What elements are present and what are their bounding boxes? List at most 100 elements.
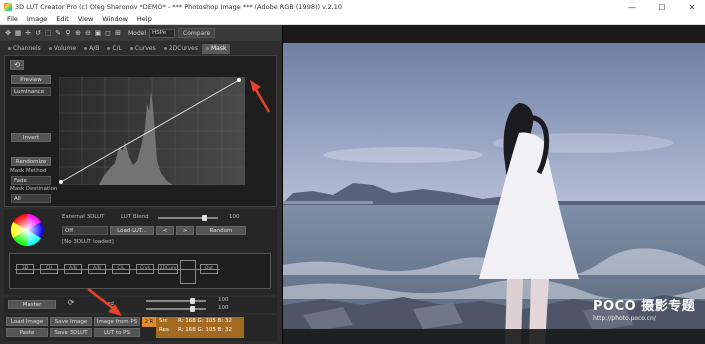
master-button[interactable]: Master	[8, 300, 56, 309]
compare-button[interactable]: Compare	[178, 28, 216, 38]
lut-blend-slider[interactable]	[158, 215, 218, 221]
tab-curves[interactable]: Curves	[126, 44, 160, 54]
menu-help[interactable]: Help	[137, 15, 152, 23]
top-slider[interactable]	[146, 298, 206, 304]
pipeline-node-mask[interactable]	[180, 260, 196, 284]
eyedropper-icon[interactable]: ✎	[54, 29, 62, 37]
mask-editor: ⟲ Preview Luminance Invert Randomize Mas…	[4, 55, 277, 207]
watermark-brand: POCO 摄影专题	[593, 299, 696, 314]
tab-channels[interactable]: Channels	[4, 44, 45, 54]
watermark-url: http://photo.poco.cn/	[593, 315, 656, 322]
pipeline-node-ab2[interactable]: A/B	[88, 264, 106, 274]
mask-method-label: Mask Method	[10, 168, 47, 174]
pipeline-node-cl[interactable]: C/L	[112, 264, 130, 274]
external-lut-select[interactable]: Off	[62, 226, 108, 235]
color-swatch: 2 R	[142, 317, 156, 327]
tab-2dcurves[interactable]: 2DCurves	[160, 44, 202, 54]
mask-curve-graph[interactable]	[59, 77, 245, 185]
refresh-icon[interactable]: ⟳	[64, 298, 78, 310]
menu-image[interactable]: Image	[27, 15, 47, 23]
readout-box: Src Res R: 168 G: 105 B: 32 R: 168 G: 10…	[156, 317, 244, 338]
menu-edit[interactable]: Edit	[56, 15, 69, 23]
full-screen-icon[interactable]: ⊞	[114, 29, 122, 37]
menu-view[interactable]: View	[78, 15, 93, 23]
tab-bar: Channels Volume A/B C/L Curves 2DCurves …	[4, 44, 279, 54]
menu-bar: File Image Edit View Window Help	[0, 14, 705, 25]
curve-point-end[interactable]	[237, 78, 241, 82]
channel-select[interactable]: Luminance	[11, 87, 51, 96]
menu-window[interactable]: Window	[102, 15, 128, 23]
tab-mask[interactable]: Mask	[202, 44, 231, 54]
bottom-slider-handle[interactable]	[190, 306, 195, 312]
lut-section: External 3DLUT LUT Blend 100 Off Load LU…	[4, 209, 277, 295]
paste-button[interactable]: Paste	[6, 328, 48, 337]
grid-tool-icon[interactable]: ▦	[14, 29, 22, 37]
zoom-in-icon[interactable]: ⊕	[74, 29, 82, 37]
crosshair-tool-icon[interactable]: ✛	[24, 29, 32, 37]
res-values: R: 168 G: 105 B: 32	[178, 327, 232, 333]
watermark: POCO 摄影专题 http://photo.poco.cn/	[593, 295, 695, 322]
app-icon	[4, 3, 12, 11]
random-lut-button[interactable]: Random	[196, 226, 246, 235]
zoom-out-icon[interactable]: ⊖	[84, 29, 92, 37]
mask-destination-select[interactable]: All	[11, 194, 51, 203]
lut-blend-handle[interactable]	[202, 215, 207, 221]
lut-blend-value: 100	[229, 214, 240, 220]
invert-button[interactable]: Invert	[11, 133, 51, 142]
picker-icon[interactable]: ⚲	[64, 29, 72, 37]
pipeline-node-3d[interactable]: 3D	[16, 264, 34, 274]
red-arrow-annotation-bottom	[87, 288, 122, 316]
lut-blend-label: LUT Blend	[121, 214, 149, 220]
box-select-icon[interactable]: ⬚	[44, 29, 52, 37]
pipeline-node-ab1[interactable]: A/B	[64, 264, 82, 274]
lut-status: [No 3DLUT loaded]	[62, 239, 114, 245]
maximize-button[interactable]: ☐	[652, 0, 672, 14]
src-label: Src	[159, 318, 168, 324]
pipeline-node-2dcurves[interactable]: 2DCurv	[158, 264, 178, 274]
color-wheel[interactable]	[10, 213, 44, 247]
menu-file[interactable]: File	[7, 15, 18, 23]
lut-to-ps-button[interactable]: LUT to PS	[94, 328, 140, 337]
actual-size-icon[interactable]: ◻	[104, 29, 112, 37]
pipeline-node-curves[interactable]: Crvs	[136, 264, 154, 274]
model-label: Model	[128, 29, 147, 37]
move-tool-icon[interactable]: ✥	[4, 29, 12, 37]
res-label: Res	[159, 327, 169, 333]
image-viewer[interactable]: POCO 摄影专题 http://photo.poco.cn/	[282, 25, 705, 344]
load-lut-button[interactable]: Load LUT...	[110, 226, 154, 235]
curve-point-start[interactable]	[59, 180, 63, 184]
prev-lut-button[interactable]: <	[156, 226, 174, 235]
mask-method-select[interactable]: Fade	[11, 176, 51, 185]
next-lut-button[interactable]: >	[176, 226, 194, 235]
top-slider-handle[interactable]	[190, 298, 195, 304]
left-panel: Channels Volume A/B C/L Curves 2DCurves …	[0, 41, 282, 344]
close-button[interactable]: ✕	[682, 0, 702, 14]
rotate-icon[interactable]: ↺	[34, 29, 42, 37]
preview-button[interactable]: Preview	[11, 75, 51, 84]
reset-icon[interactable]: ⟲	[10, 60, 24, 70]
load-image-button[interactable]: Load Image	[6, 317, 48, 326]
tab-ab[interactable]: A/B	[80, 44, 103, 54]
bottom-slider-value: 100	[218, 305, 229, 311]
window-title: 3D LUT Creator Pro (c) Oleg Sharonov *DE…	[15, 3, 342, 11]
model-select[interactable]: HSPe	[149, 28, 176, 38]
fit-icon[interactable]: ▣	[94, 29, 102, 37]
bottom-slider[interactable]	[146, 306, 206, 312]
master-slider-row: Master ⟳ ed 100 100	[4, 297, 277, 313]
pipeline-node-out[interactable]: Out	[200, 264, 218, 274]
top-slider-value: 100	[218, 297, 229, 303]
toolbar: ✥ ▦ ✛ ↺ ⬚ ✎ ⚲ ⊕ ⊖ ▣ ◻ ⊞ Model HSPe Compa…	[0, 25, 282, 41]
tab-volume[interactable]: Volume	[45, 44, 80, 54]
pipeline-diagram: 3D CH A/B A/B C/L Crvs 2DCurv Out	[9, 253, 271, 289]
title-bar: 3D LUT Creator Pro (c) Oleg Sharonov *DE…	[0, 0, 705, 14]
save-3dlut-button[interactable]: Save 3DLUT	[50, 328, 92, 337]
external-3dlut-label: External 3DLUT	[62, 214, 105, 220]
pipeline-node-ch[interactable]: CH	[40, 264, 58, 274]
randomize-button[interactable]: Randomize	[11, 157, 51, 166]
src-values: R: 168 G: 105 B: 32	[178, 318, 232, 324]
mask-destination-label: Mask Destination	[10, 186, 58, 192]
red-arrow-annotation	[250, 80, 271, 113]
bottom-bar: Load Image Save Image Image from PS Past…	[4, 315, 277, 341]
minimize-button[interactable]: —	[622, 0, 642, 14]
tab-cl[interactable]: C/L	[103, 44, 126, 54]
